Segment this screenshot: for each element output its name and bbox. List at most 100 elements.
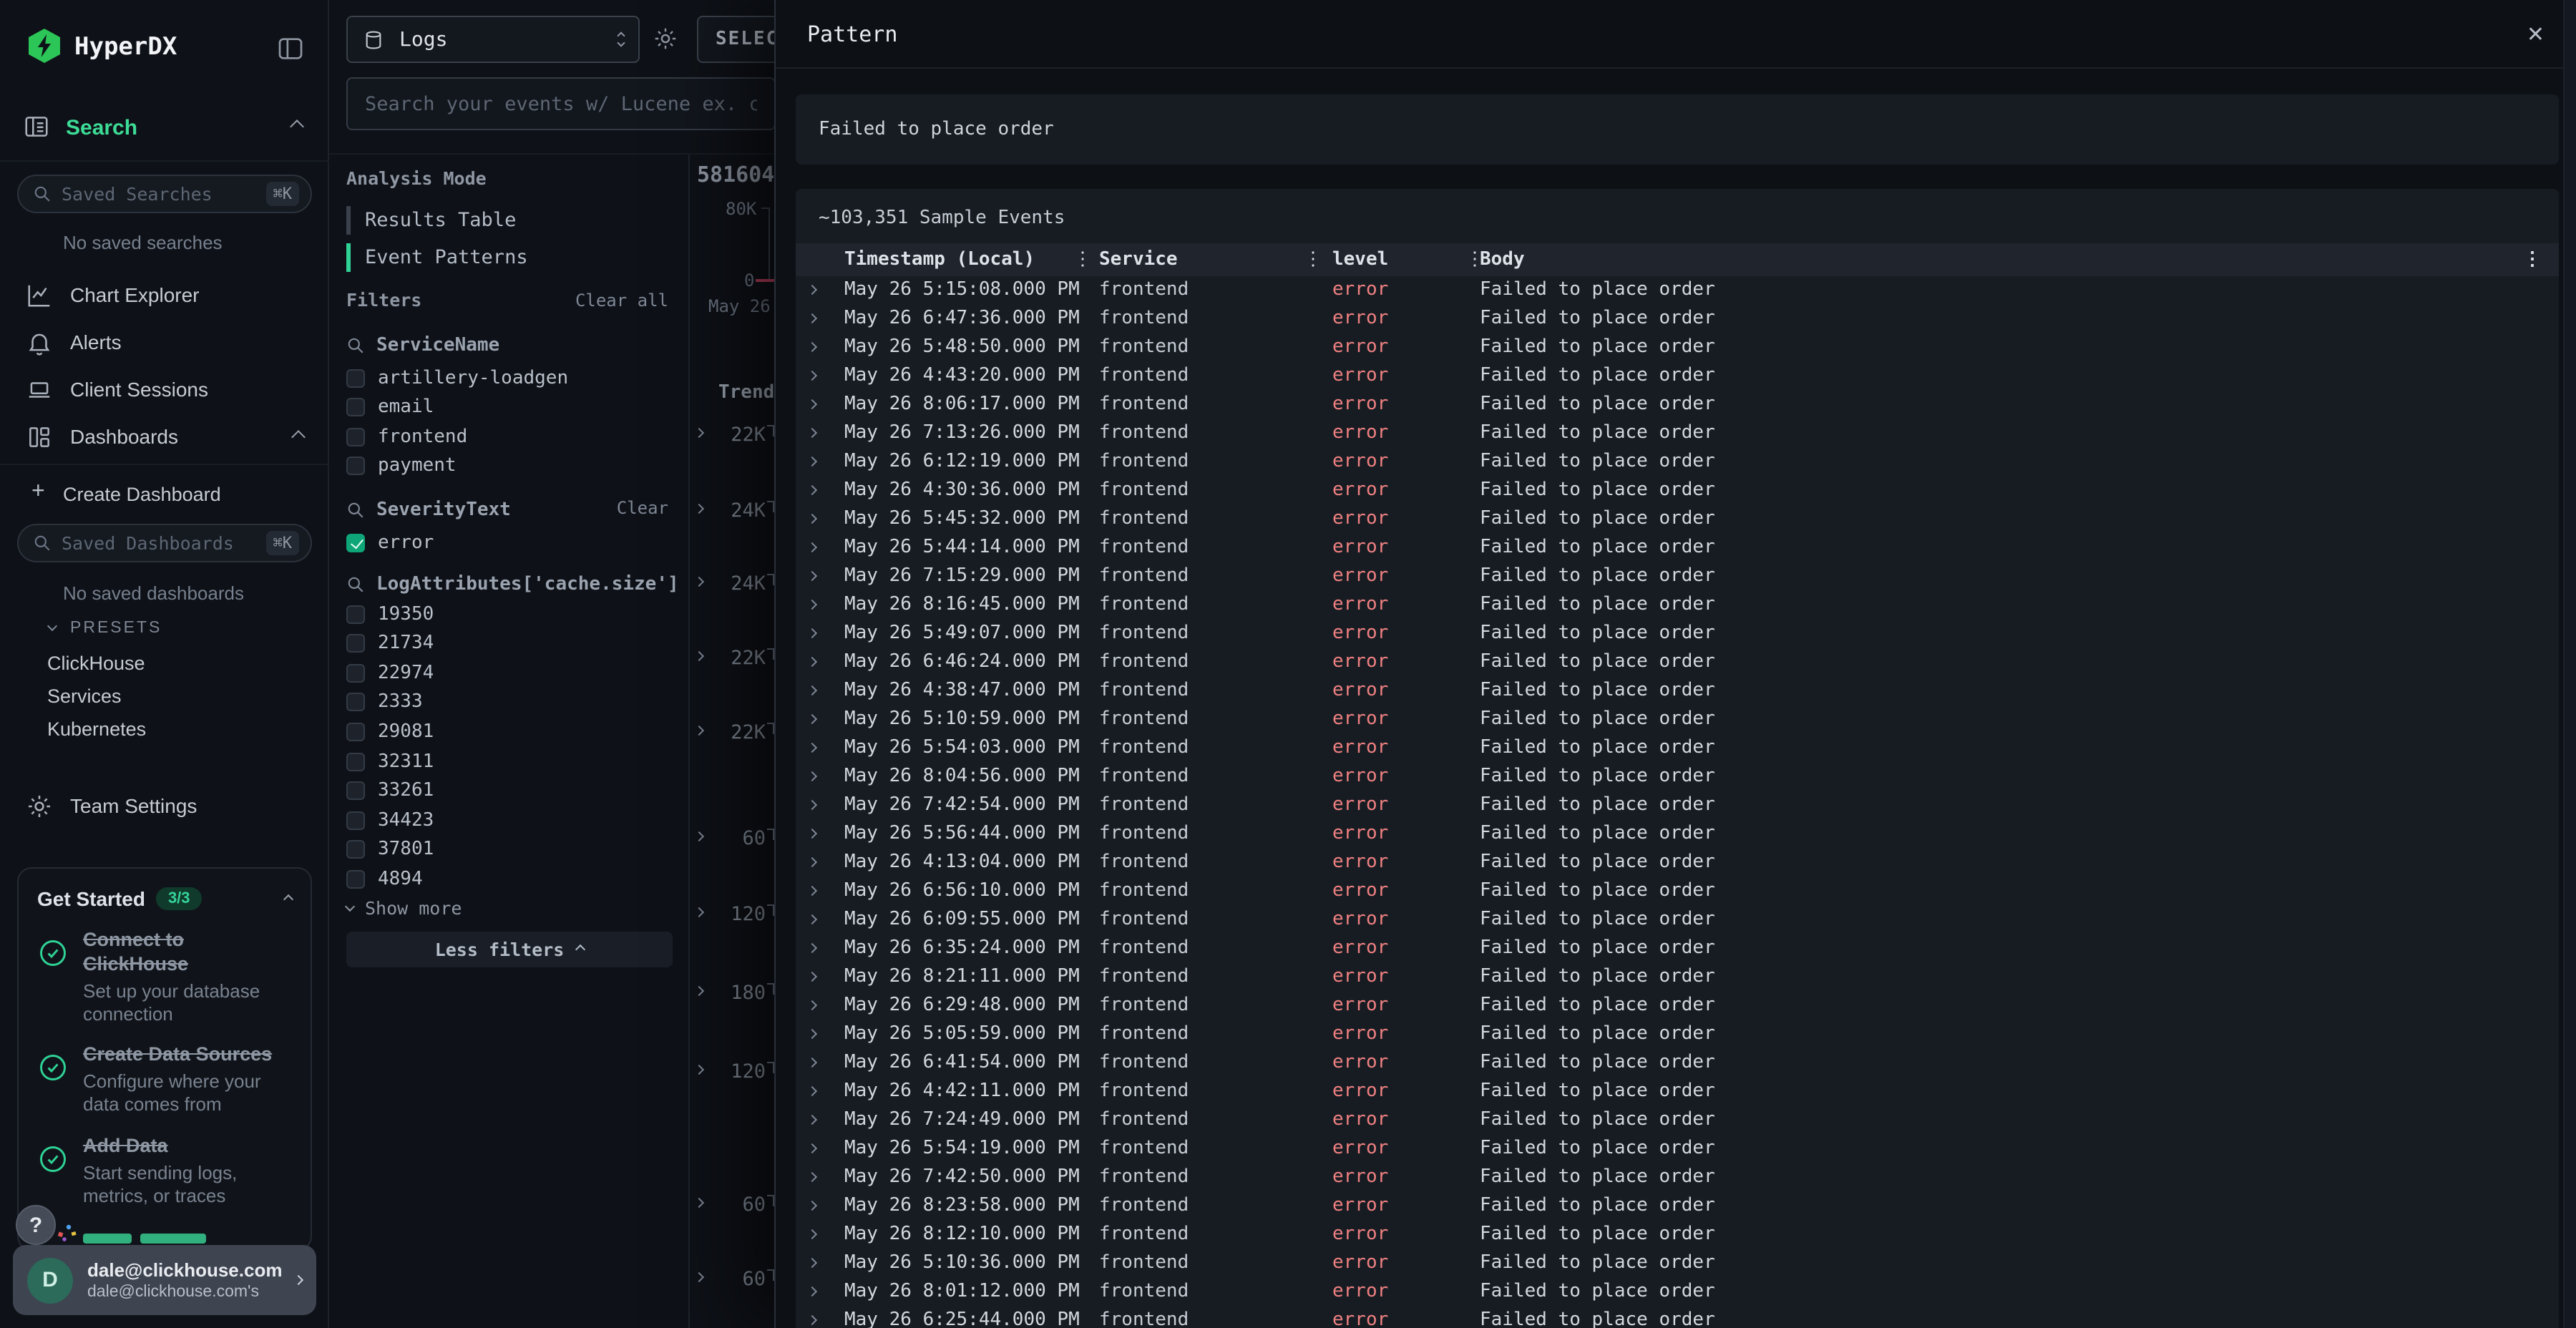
chevron-right-icon[interactable]	[807, 514, 817, 524]
checkbox-icon[interactable]	[346, 457, 365, 476]
chevron-up-icon[interactable]	[290, 119, 304, 134]
table-row[interactable]: May 26 6:12:19.000 PMfrontenderrorFailed…	[796, 448, 2559, 477]
table-row[interactable]: May 26 5:05:59.000 PMfrontenderrorFailed…	[796, 1020, 2559, 1049]
filter-option[interactable]: 4894	[346, 865, 423, 894]
table-row[interactable]: May 26 5:56:44.000 PMfrontenderrorFailed…	[796, 820, 2559, 849]
pattern-row-peek[interactable]: 60	[690, 1265, 774, 1294]
presets-header[interactable]: PRESETS	[49, 620, 162, 637]
chevron-right-icon[interactable]	[807, 371, 817, 381]
table-row[interactable]: May 26 8:23:58.000 PMfrontenderrorFailed…	[796, 1192, 2559, 1221]
table-row[interactable]: May 26 6:41:54.000 PMfrontenderrorFailed…	[796, 1049, 2559, 1078]
table-row[interactable]: May 26 6:09:55.000 PMfrontenderrorFailed…	[796, 906, 2559, 934]
table-row[interactable]: May 26 6:25:44.000 PMfrontenderrorFailed…	[796, 1307, 2559, 1328]
event-search[interactable]	[346, 77, 776, 130]
chevron-right-icon[interactable]	[807, 285, 817, 295]
filter-option[interactable]: 2333	[346, 688, 423, 717]
chevron-right-icon[interactable]	[807, 485, 817, 495]
checkbox-icon[interactable]	[346, 368, 365, 387]
close-icon[interactable]: ✕	[2527, 21, 2545, 47]
filter-option[interactable]: frontend	[346, 422, 467, 451]
table-row[interactable]: May 26 8:06:17.000 PMfrontenderrorFailed…	[796, 391, 2559, 419]
chevron-right-icon[interactable]	[807, 1229, 817, 1239]
column-resize-handle[interactable]: ⋮	[1304, 243, 1322, 276]
chevron-right-icon[interactable]	[807, 1058, 817, 1068]
sidebar-item-dashboards[interactable]: Dashboards	[0, 416, 329, 456]
pattern-row-peek[interactable]: 60	[690, 1191, 774, 1219]
sidebar-item-clickhouse[interactable]: ClickHouse	[47, 647, 146, 680]
mode-event-patterns[interactable]: Event Patterns	[346, 242, 528, 273]
chevron-right-icon[interactable]	[807, 571, 817, 581]
chevron-up-icon[interactable]	[283, 894, 293, 904]
table-row[interactable]: May 26 8:16:45.000 PMfrontenderrorFailed…	[796, 591, 2559, 620]
less-filters-button[interactable]: Less filters	[346, 932, 673, 967]
sidebar-item-alerts[interactable]: Alerts	[0, 322, 329, 362]
chevron-right-icon[interactable]	[807, 829, 817, 839]
chevron-right-icon[interactable]	[807, 342, 817, 352]
table-row[interactable]: May 26 8:12:10.000 PMfrontenderrorFailed…	[796, 1221, 2559, 1249]
table-row[interactable]: May 26 5:15:08.000 PMfrontenderrorFailed…	[796, 276, 2559, 305]
filter-option[interactable]: 29081	[346, 718, 434, 746]
filter-option[interactable]: 34423	[346, 806, 434, 834]
chevron-right-icon[interactable]	[807, 743, 817, 753]
sidebar-item-chart-explorer[interactable]: Chart Explorer	[0, 275, 329, 315]
table-row[interactable]: May 26 4:38:47.000 PMfrontenderrorFailed…	[796, 677, 2559, 706]
chevron-right-icon[interactable]	[807, 542, 817, 552]
chevron-right-icon[interactable]	[807, 914, 817, 924]
get-started-item[interactable]: Create Data SourcesConfigure where your …	[37, 1044, 292, 1116]
col-header-body[interactable]: Body	[1480, 243, 1525, 276]
pattern-row-peek[interactable]: 120	[690, 900, 774, 929]
table-row[interactable]: May 26 8:21:11.000 PMfrontenderrorFailed…	[796, 963, 2559, 992]
sidebar-item-kubernetes[interactable]: Kubernetes	[47, 713, 146, 746]
chevron-right-icon[interactable]	[807, 456, 817, 467]
get-started-item[interactable]: Add DataStart sending logs, metrics, or …	[37, 1135, 292, 1207]
saved-searches-input[interactable]	[62, 183, 256, 205]
chevron-right-icon[interactable]	[807, 886, 817, 896]
chevron-right-icon[interactable]	[807, 428, 817, 438]
table-row[interactable]: May 26 4:13:04.000 PMfrontenderrorFailed…	[796, 849, 2559, 877]
chevron-right-icon[interactable]	[807, 1258, 817, 1268]
table-row[interactable]: May 26 6:47:36.000 PMfrontenderrorFailed…	[796, 305, 2559, 333]
checkbox-icon[interactable]	[346, 605, 365, 623]
checkbox-icon[interactable]	[346, 398, 365, 416]
saved-dashboards-search[interactable]: ⌘K	[17, 524, 312, 562]
pattern-row-peek[interactable]: 24K	[690, 570, 774, 598]
filter-option[interactable]: artillery-loadgen	[346, 363, 568, 392]
filter-option[interactable]: 37801	[346, 836, 434, 864]
table-row[interactable]: May 26 5:45:32.000 PMfrontenderrorFailed…	[796, 505, 2559, 534]
filter-option[interactable]: 22974	[346, 658, 434, 687]
event-search-input[interactable]	[365, 92, 757, 115]
table-row[interactable]: May 26 6:29:48.000 PMfrontenderrorFailed…	[796, 992, 2559, 1020]
table-options-kebab-icon[interactable]: ⋮	[2523, 243, 2542, 276]
chevron-right-icon[interactable]	[807, 399, 817, 409]
sidebar-item-client-sessions[interactable]: Client Sessions	[0, 369, 329, 409]
chevron-right-icon[interactable]	[807, 685, 817, 695]
filter-option[interactable]: error	[346, 528, 434, 557]
filter-option[interactable]: 32311	[346, 747, 434, 776]
chevron-right-icon[interactable]	[807, 1172, 817, 1182]
checkbox-icon[interactable]	[346, 811, 365, 829]
table-row[interactable]: May 26 5:54:19.000 PMfrontenderrorFailed…	[796, 1135, 2559, 1163]
table-row[interactable]: May 26 5:48:50.000 PMfrontenderrorFailed…	[796, 333, 2559, 362]
chevron-right-icon[interactable]	[807, 943, 817, 953]
chevron-right-icon[interactable]	[807, 1315, 817, 1325]
pattern-row-peek[interactable]: 22K	[690, 421, 774, 449]
checkbox-icon[interactable]	[346, 634, 365, 653]
table-row[interactable]: May 26 6:46:24.000 PMfrontenderrorFailed…	[796, 648, 2559, 677]
table-row[interactable]: May 26 5:10:36.000 PMfrontenderrorFailed…	[796, 1249, 2559, 1278]
chevron-right-icon[interactable]	[807, 1286, 817, 1297]
sidebar-item-services[interactable]: Services	[47, 680, 146, 713]
saved-dashboards-input[interactable]	[62, 532, 256, 554]
user-menu[interactable]: D dale@clickhouse.com dale@clickhouse.co…	[13, 1245, 316, 1315]
chevron-right-icon[interactable]	[807, 1143, 817, 1153]
table-row[interactable]: May 26 5:49:07.000 PMfrontenderrorFailed…	[796, 620, 2559, 648]
pattern-row-peek[interactable]: 22K	[690, 644, 774, 673]
pattern-row-peek[interactable]: 180	[690, 979, 774, 1007]
checkbox-icon[interactable]	[346, 693, 365, 712]
chevron-right-icon[interactable]	[807, 714, 817, 724]
chevron-right-icon[interactable]	[807, 1000, 817, 1010]
severity-group-header[interactable]: SeverityText	[346, 497, 511, 522]
cache-size-group-header[interactable]: LogAttributes['cache.size']	[346, 571, 679, 597]
chevron-right-icon[interactable]	[807, 313, 817, 323]
checkbox-icon[interactable]	[346, 781, 365, 800]
table-row[interactable]: May 26 4:43:20.000 PMfrontenderrorFailed…	[796, 362, 2559, 391]
